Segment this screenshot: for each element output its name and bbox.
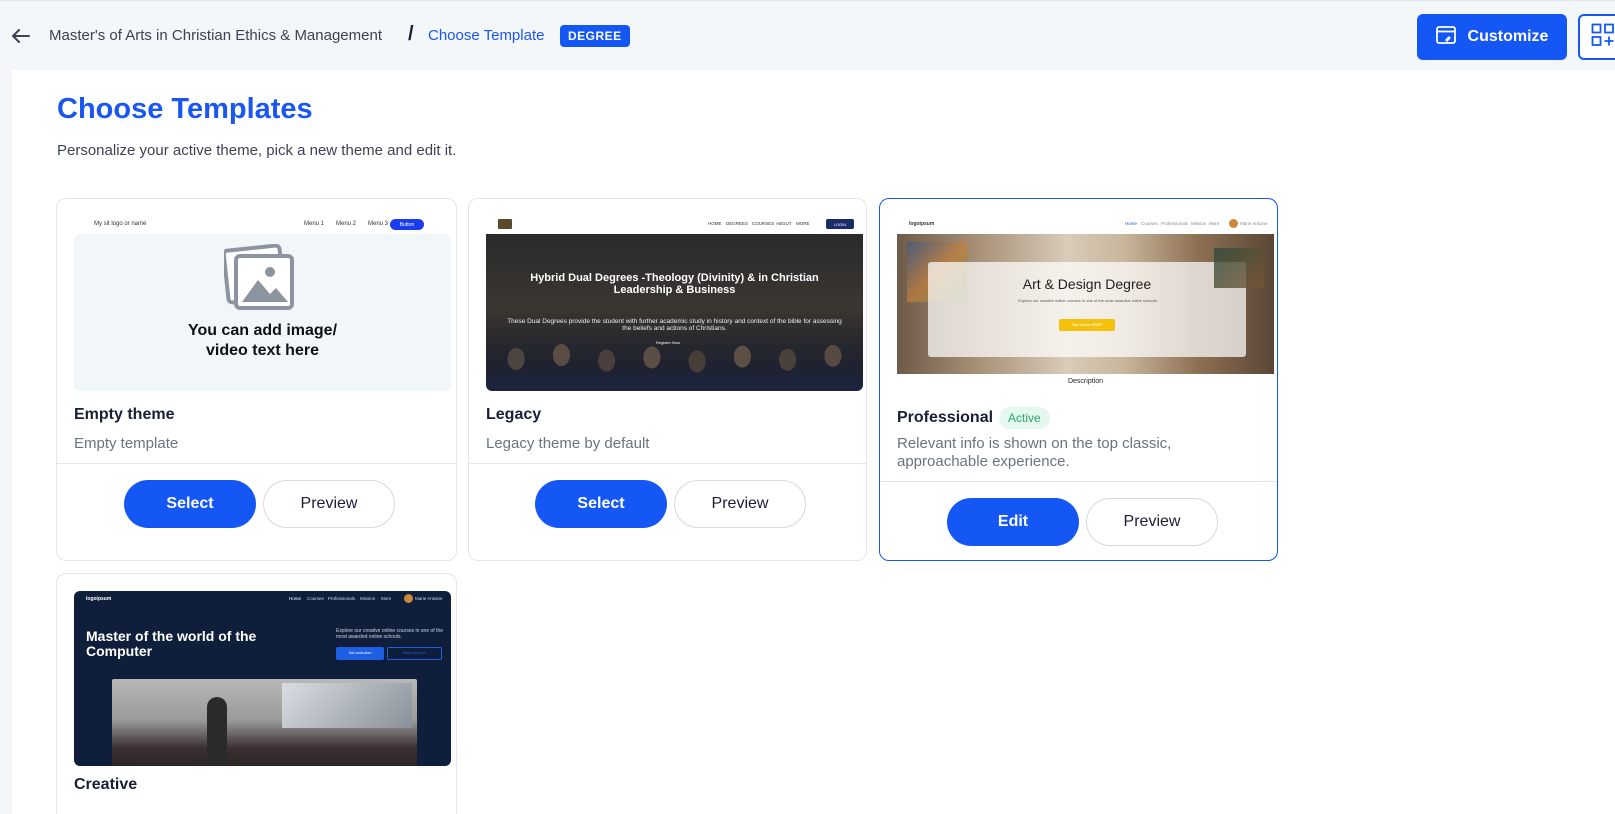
template-name: Professional Active bbox=[897, 407, 1050, 429]
template-description: Legacy theme by default bbox=[486, 435, 650, 452]
preview-button[interactable]: Preview bbox=[263, 480, 395, 528]
thumbnail-menu-item: Menu 1 bbox=[304, 221, 325, 227]
arrow-left-icon bbox=[12, 28, 30, 48]
thumbnail-menu-item: Mission bbox=[360, 596, 376, 601]
thumbnail-user-name: Marie Antoine bbox=[1240, 221, 1268, 226]
card-divider bbox=[57, 463, 456, 464]
template-thumbnail: logoipsum Home Courses Professionals Mis… bbox=[74, 591, 451, 766]
thumbnail-hero-subtitle: Explore our creative online courses in o… bbox=[336, 628, 444, 640]
template-name-text: Empty theme bbox=[74, 406, 175, 423]
avatar bbox=[1229, 219, 1238, 228]
thumbnail-menu-item: Mission bbox=[1191, 221, 1207, 226]
breadcrumb-current[interactable]: Choose Template bbox=[428, 27, 544, 44]
browser-edit-icon bbox=[1435, 25, 1456, 49]
breadcrumb-parent-link[interactable]: Master's of Arts in Christian Ethics & M… bbox=[49, 27, 382, 44]
thumbnail-menu-item: ABOUT bbox=[776, 221, 792, 226]
thumbnail-hero-subtitle: These Dual Degrees provide the student w… bbox=[507, 318, 842, 332]
preview-button[interactable]: Preview bbox=[674, 480, 806, 528]
thumbnail-menu-item: More bbox=[381, 596, 392, 601]
thumbnail-hero: Art & Design Degree Explore our creative… bbox=[897, 234, 1274, 374]
thumbnail-hero-title: Master of the world of the Computer bbox=[86, 628, 257, 659]
thumbnail-menu-item: HOME bbox=[708, 221, 722, 226]
images-icon bbox=[221, 243, 296, 317]
thumbnail-menu-item: Courses bbox=[307, 596, 324, 601]
add-section-button[interactable] bbox=[1578, 14, 1615, 60]
card-divider bbox=[469, 463, 866, 464]
template-name-text: Creative bbox=[74, 776, 138, 793]
thumbnail-hero-cta-label: Start Course BRIEF bbox=[1071, 323, 1103, 327]
thumbnail-menu-item: Home bbox=[1125, 221, 1138, 226]
degree-badge: DEGREE bbox=[560, 25, 630, 47]
template-description: Empty template bbox=[74, 435, 179, 452]
thumbnail-menu-item: MORE bbox=[796, 221, 810, 226]
thumbnail-logo: logoipsum bbox=[86, 596, 112, 602]
card-divider bbox=[880, 481, 1277, 482]
thumbnail-hero-title: Hybrid Dual Degrees -Theology (Divinity)… bbox=[530, 272, 819, 296]
template-thumbnail: My sit logo or name Menu 1 Menu 2 Menu 3… bbox=[74, 216, 451, 391]
thumbnail-logo: My sit logo or name bbox=[94, 221, 147, 227]
thumbnail-logo bbox=[498, 219, 512, 229]
thumbnail-section-peek: Description bbox=[1067, 378, 1103, 385]
thumbnail-primary-cta: Get curriculum bbox=[336, 647, 384, 660]
template-card-creative: logoipsum Home Courses Professionals Mis… bbox=[56, 573, 457, 814]
thumbnail-hero: logoipsum Home Courses Professionals Mis… bbox=[74, 591, 451, 766]
thumbnail-hero: You can add image/ video text here bbox=[74, 234, 451, 391]
thumbnail-hero-text: You can add image/ video text here bbox=[187, 322, 338, 359]
main-panel: Choose Templates Personalize your active… bbox=[12, 70, 1615, 814]
thumbnail-hero-cta: Start Course BRIEF bbox=[1059, 319, 1115, 331]
template-name: Creative bbox=[74, 776, 137, 794]
thumbnail-menu-item: Home bbox=[289, 596, 302, 601]
thumbnail-hero-photo bbox=[112, 679, 417, 766]
thumbnail-menu-item: Professionals bbox=[1161, 221, 1189, 226]
select-button[interactable]: Select bbox=[124, 480, 256, 528]
thumbnail-hero-overlay: Art & Design Degree Explore our creative… bbox=[928, 262, 1246, 357]
top-bar: Master's of Arts in Christian Ethics & M… bbox=[0, 0, 1615, 70]
customize-label: Customize bbox=[1467, 28, 1549, 45]
thumbnail-cta: Button bbox=[390, 219, 424, 230]
breadcrumb-separator: / bbox=[408, 23, 414, 45]
thumbnail-menu-item: More bbox=[1209, 221, 1220, 226]
thumbnail-menu-item: Menu 2 bbox=[336, 221, 357, 227]
thumbnail-secondary-cta-label: Meet instructor bbox=[402, 651, 427, 655]
template-thumbnail: logoipsum Home Courses Professionals Mis… bbox=[897, 216, 1274, 391]
thumbnail-nav: logoipsum Home Courses Professionals Mis… bbox=[74, 591, 451, 609]
thumbnail-nav: HOME DEGREES COURSES ABOUT MORE LOGIN bbox=[486, 216, 863, 234]
thumbnail-hero: Hybrid Dual Degrees -Theology (Divinity)… bbox=[486, 234, 863, 391]
thumbnail-hero-subtitle: Explore our creative online courses in o… bbox=[1018, 298, 1158, 303]
template-name: Empty theme bbox=[74, 406, 174, 424]
thumbnail-nav: My sit logo or name Menu 1 Menu 2 Menu 3… bbox=[74, 216, 451, 234]
customize-button[interactable]: Customize bbox=[1417, 14, 1567, 60]
thumbnail-logo: logoipsum bbox=[909, 221, 935, 227]
page-title: Choose Templates bbox=[57, 93, 313, 125]
thumbnail-menu-item: DEGREES bbox=[726, 221, 749, 226]
thumbnail-secondary-cta: Meet instructor bbox=[387, 647, 442, 660]
thumbnail-hero-title: Art & Design Degree bbox=[1022, 276, 1152, 292]
template-card-professional: logoipsum Home Courses Professionals Mis… bbox=[879, 198, 1278, 561]
avatar bbox=[404, 594, 413, 603]
preview-button[interactable]: Preview bbox=[1086, 498, 1218, 546]
back-button[interactable] bbox=[10, 27, 32, 49]
thumbnail-cta: LOGIN bbox=[826, 219, 854, 229]
thumbnail-nav: logoipsum Home Courses Professionals Mis… bbox=[897, 216, 1274, 234]
thumbnail-menu-item: Menu 3 bbox=[368, 221, 389, 227]
template-description: Relevant info is shown on the top classi… bbox=[897, 435, 1172, 470]
edit-button[interactable]: Edit bbox=[947, 498, 1079, 546]
select-button[interactable]: Select bbox=[535, 480, 667, 528]
template-name: Legacy bbox=[486, 406, 541, 424]
template-name-text: Legacy bbox=[486, 406, 542, 423]
template-card-empty: My sit logo or name Menu 1 Menu 2 Menu 3… bbox=[56, 198, 457, 561]
template-card-legacy: HOME DEGREES COURSES ABOUT MORE LOGIN Hy… bbox=[468, 198, 867, 561]
thumbnail-primary-cta-label: Get curriculum bbox=[348, 651, 372, 655]
active-badge: Active bbox=[999, 407, 1050, 429]
thumbnail-menu-item: Courses bbox=[1141, 221, 1158, 226]
thumbnail-menu-item: Professionals bbox=[328, 596, 356, 601]
thumbnail-hero-link: Register Now bbox=[656, 340, 681, 345]
thumbnail-menu-item: COURSES bbox=[752, 221, 775, 226]
template-thumbnail: HOME DEGREES COURSES ABOUT MORE LOGIN Hy… bbox=[486, 216, 863, 391]
page-subtitle: Personalize your active theme, pick a ne… bbox=[57, 142, 457, 159]
grid-add-icon bbox=[1591, 23, 1615, 52]
thumbnail-user-name: Marie Antoine bbox=[415, 596, 443, 601]
template-name-text: Professional bbox=[897, 409, 994, 426]
